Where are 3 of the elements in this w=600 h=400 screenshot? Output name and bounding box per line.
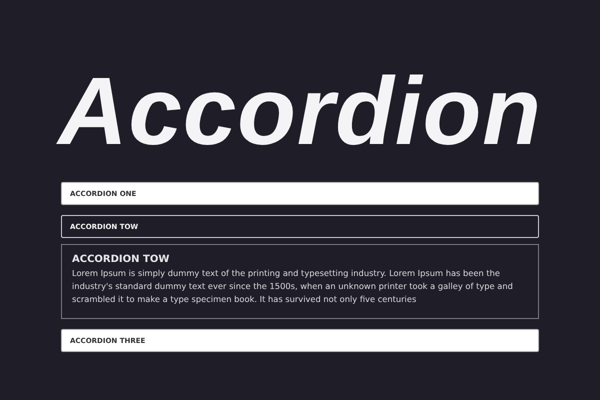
- panel-text: Lorem Ipsum is simply dummy text of the printing and typesetting industry. Lorem Ipsum has been the industry's standard dummy text ever since the 1500s, when an unknown printer took a galley of type and scrambled it to make a type specimen book. It has survived not only five centuries: [72, 267, 514, 306]
- panel-heading: ACCORDION TOW: [72, 254, 170, 265]
- page-title: Accordion: [58, 57, 542, 167]
